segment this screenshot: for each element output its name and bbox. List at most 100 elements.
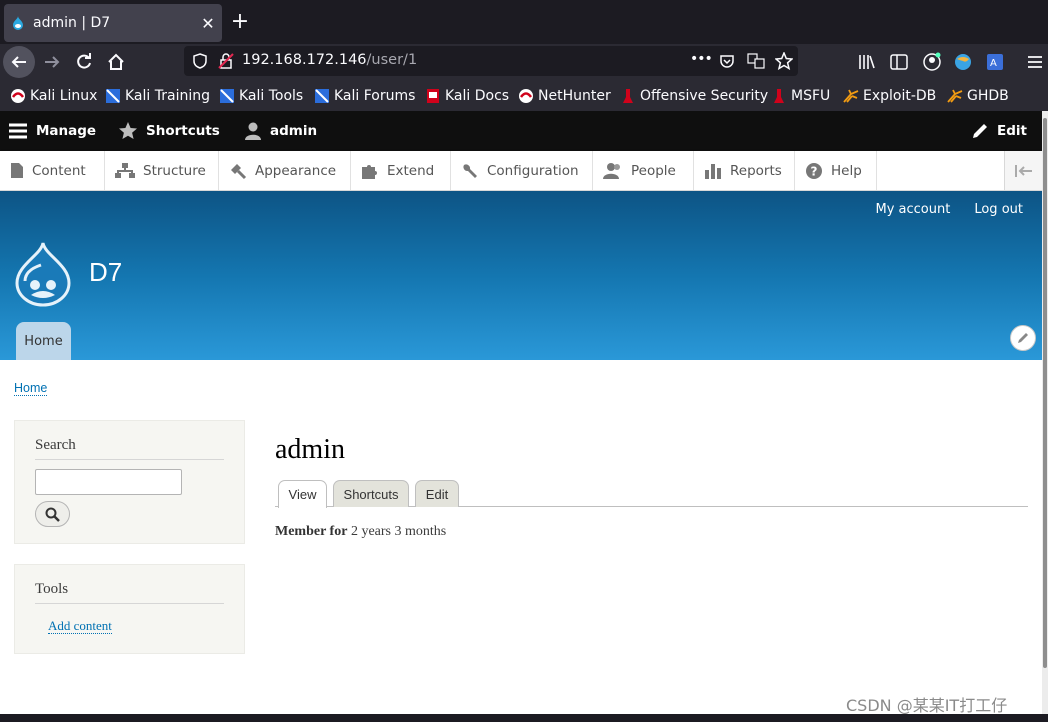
hamburger-icon bbox=[9, 123, 27, 139]
page-actions-menu-icon[interactable]: ••• bbox=[690, 51, 713, 67]
kali-training-icon bbox=[106, 89, 120, 103]
url-bar[interactable]: 192.168.172.146/user/1 ••• bbox=[184, 46, 798, 76]
page-title: admin bbox=[275, 434, 345, 465]
bookmark-star-icon[interactable] bbox=[775, 52, 793, 70]
puzzle-icon bbox=[362, 164, 377, 179]
sidebar-icon[interactable] bbox=[890, 53, 908, 71]
tab-shortcuts[interactable]: Shortcuts bbox=[333, 480, 409, 507]
browser-tab[interactable]: admin | D7 ✕ bbox=[4, 4, 222, 42]
tray-item-help[interactable]: ? Help bbox=[795, 151, 877, 190]
admin-toolbar: Manage Shortcuts admin Edit bbox=[0, 111, 1048, 151]
reload-icon bbox=[77, 53, 91, 69]
my-account-link[interactable]: My account bbox=[876, 202, 951, 217]
star-icon bbox=[119, 122, 137, 139]
nethunter-icon bbox=[519, 89, 533, 103]
main-menu-home-tab[interactable]: Home bbox=[16, 322, 71, 360]
bookmark-msfu[interactable]: MSFU bbox=[771, 86, 830, 106]
user-menu-button[interactable]: admin bbox=[244, 111, 317, 151]
bookmark-offensive-security[interactable]: Offensive Security bbox=[620, 86, 768, 106]
secondary-menu: My account Log out bbox=[876, 202, 1024, 217]
edit-mode-button[interactable]: Edit bbox=[971, 111, 1027, 151]
shortcuts-button[interactable]: Shortcuts bbox=[118, 111, 220, 151]
tools-block-title: Tools bbox=[35, 581, 69, 597]
extension-globe-icon[interactable] bbox=[954, 53, 972, 71]
tray-item-appearance[interactable]: Appearance bbox=[219, 151, 351, 190]
close-tab-icon[interactable]: ✕ bbox=[198, 14, 218, 33]
bookmark-ghdb[interactable]: GHDB bbox=[947, 86, 1009, 106]
msfu-icon bbox=[774, 89, 784, 103]
translate-extension-icon[interactable]: A bbox=[986, 53, 1004, 71]
tab-view[interactable]: View bbox=[278, 480, 327, 508]
member-for-value: 2 years 3 months bbox=[350, 524, 447, 539]
tray-item-content[interactable]: Content bbox=[0, 151, 105, 190]
add-content-link[interactable]: Add content bbox=[48, 619, 112, 634]
search-submit-button[interactable] bbox=[35, 501, 70, 527]
kali-forums-icon bbox=[315, 89, 329, 103]
bar-chart-icon bbox=[705, 163, 721, 179]
tray-item-structure[interactable]: Structure bbox=[105, 151, 219, 190]
kali-tools-icon bbox=[220, 89, 234, 103]
collapse-left-icon bbox=[1014, 164, 1032, 177]
new-tab-button[interactable]: + bbox=[228, 10, 252, 34]
bookmark-kali-training[interactable]: Kali Training bbox=[105, 86, 210, 106]
search-block-title: Search bbox=[35, 437, 76, 453]
translate-icon[interactable] bbox=[747, 53, 765, 69]
divider bbox=[35, 459, 224, 460]
bookmark-kali-tools[interactable]: Kali Tools bbox=[219, 86, 303, 106]
csdn-watermark: CSDN @某某IT打工仔 bbox=[846, 696, 1008, 715]
bookmark-kali-linux[interactable]: Kali Linux bbox=[10, 86, 97, 106]
toggle-orientation-button[interactable] bbox=[1004, 151, 1042, 190]
browser-tab-bar: admin | D7 ✕ + bbox=[0, 0, 1048, 44]
hamburger-menu-icon[interactable] bbox=[1027, 54, 1043, 70]
tray-item-configuration[interactable]: Configuration bbox=[451, 151, 593, 190]
contextual-edit-button[interactable] bbox=[1010, 325, 1036, 351]
svg-text:A: A bbox=[990, 58, 997, 69]
document-icon bbox=[11, 163, 23, 178]
bookmark-nethunter[interactable]: NetHunter bbox=[518, 86, 611, 106]
site-header: My account Log out D7 Home bbox=[0, 191, 1048, 360]
scrollbar-thumb[interactable] bbox=[1043, 118, 1047, 668]
pencil-icon bbox=[1018, 333, 1028, 343]
reload-button[interactable] bbox=[68, 46, 100, 78]
ghdb-icon bbox=[947, 89, 963, 103]
shield-icon[interactable] bbox=[193, 53, 207, 69]
home-button[interactable] bbox=[100, 46, 132, 78]
people-icon bbox=[603, 162, 620, 179]
home-icon bbox=[108, 53, 124, 70]
library-icon[interactable] bbox=[858, 53, 876, 71]
kali-docs-icon bbox=[427, 89, 439, 103]
paint-brush-icon bbox=[231, 163, 247, 179]
member-for-label: Member for bbox=[275, 524, 348, 539]
search-icon bbox=[45, 507, 60, 522]
breadcrumb-home-link[interactable]: Home bbox=[14, 381, 48, 396]
wrench-icon bbox=[463, 163, 477, 178]
back-button[interactable] bbox=[3, 46, 35, 78]
bookmark-kali-forums[interactable]: Kali Forums bbox=[314, 86, 415, 106]
divider bbox=[35, 603, 224, 604]
site-name[interactable]: D7 bbox=[89, 257, 122, 288]
tray-item-extend[interactable]: Extend bbox=[351, 151, 451, 190]
pencil-icon bbox=[973, 124, 987, 138]
bookmarks-toolbar: Kali Linux Kali Training Kali Tools Kali… bbox=[0, 80, 1048, 111]
offsec-icon bbox=[623, 89, 633, 103]
tray-item-reports[interactable]: Reports bbox=[694, 151, 795, 190]
tray-item-people[interactable]: People bbox=[593, 151, 694, 190]
page-viewport: Manage Shortcuts admin Edit Content Stru… bbox=[0, 111, 1048, 714]
insecure-lock-icon[interactable] bbox=[218, 53, 234, 69]
svg-text:?: ? bbox=[811, 164, 818, 178]
bookmark-exploit-db[interactable]: Exploit-DB bbox=[843, 86, 936, 106]
tools-block: Tools Add content bbox=[14, 564, 245, 654]
log-out-link[interactable]: Log out bbox=[974, 202, 1023, 217]
pocket-icon[interactable] bbox=[719, 53, 735, 69]
drupal-logo-icon[interactable] bbox=[13, 241, 73, 307]
admin-toolbar-tray: Content Structure Appearance Extend Conf… bbox=[0, 151, 1048, 191]
url-text[interactable]: 192.168.172.146/user/1 bbox=[242, 52, 417, 68]
forward-button[interactable] bbox=[36, 46, 68, 78]
tab-edit[interactable]: Edit bbox=[415, 480, 459, 507]
question-icon: ? bbox=[806, 162, 822, 179]
manage-button[interactable]: Manage bbox=[8, 111, 96, 151]
back-arrow-icon bbox=[11, 56, 26, 68]
account-icon[interactable] bbox=[922, 52, 942, 72]
search-input[interactable] bbox=[35, 469, 182, 495]
bookmark-kali-docs[interactable]: Kali Docs bbox=[425, 86, 509, 106]
